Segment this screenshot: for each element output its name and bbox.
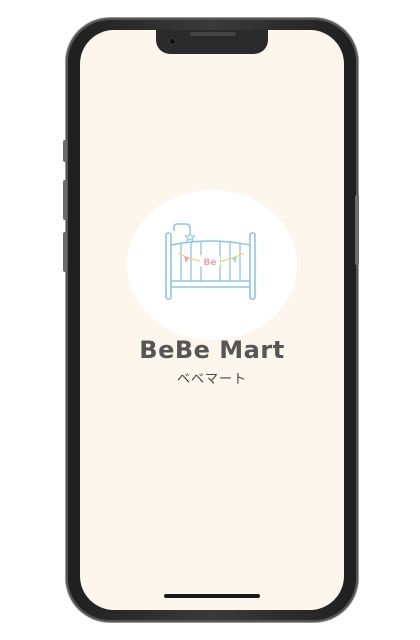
- logo-badge-text: Be: [204, 258, 217, 268]
- brand-name: BeBe Mart: [139, 336, 285, 364]
- volume-down-button: [63, 232, 67, 272]
- speaker-grille: [190, 32, 236, 36]
- crib-icon: Be: [165, 223, 256, 300]
- brand-kana: ベベマート: [176, 372, 247, 387]
- splash-screen: Be BeBe Mart ベベマート: [80, 30, 344, 610]
- device-mockup: Be BeBe Mart ベベマート: [0, 0, 420, 640]
- power-button: [355, 195, 359, 265]
- home-indicator[interactable]: [164, 594, 260, 598]
- front-camera-icon: [168, 37, 177, 46]
- mute-switch: [63, 140, 67, 162]
- volume-up-button: [63, 180, 67, 220]
- camera-notch: [156, 30, 268, 54]
